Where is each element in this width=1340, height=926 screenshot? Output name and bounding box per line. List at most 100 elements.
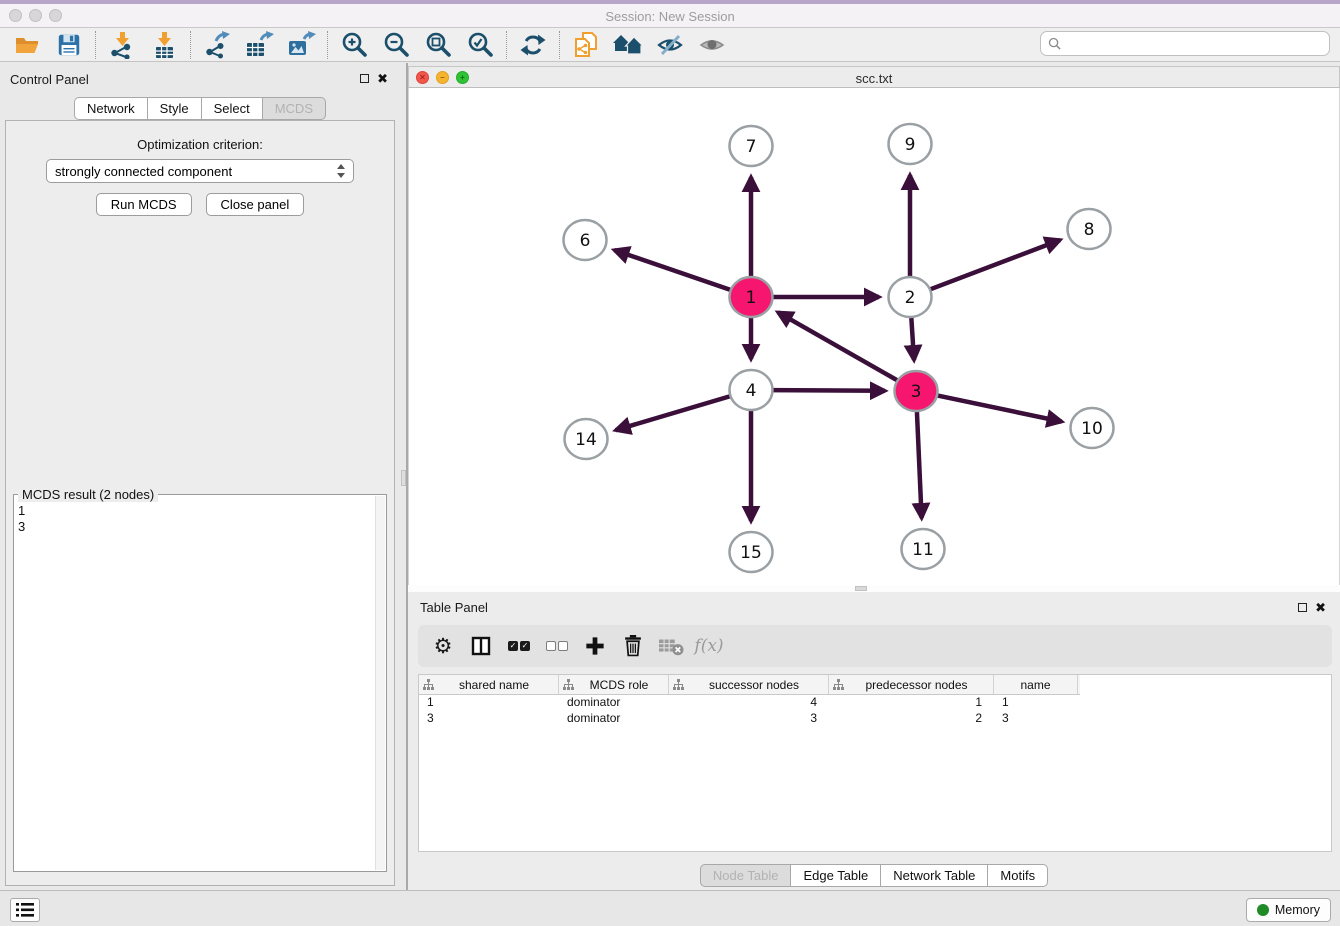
mcds-result-title: MCDS result (2 nodes) [18, 487, 158, 502]
clone-network-button[interactable] [565, 29, 607, 61]
splitter-grip[interactable] [855, 586, 867, 591]
result-scrollbar[interactable] [375, 496, 385, 870]
horizontal-splitter[interactable] [408, 585, 1340, 592]
column-header-name[interactable]: name [994, 675, 1078, 694]
graph-node-label: 14 [575, 430, 597, 450]
float-panel-icon[interactable] [360, 74, 369, 83]
hierarchy-icon [563, 679, 574, 690]
column-header-mcds-role[interactable]: MCDS role [559, 675, 669, 694]
close-panel-button[interactable]: Close panel [206, 193, 305, 216]
toolbar-separator [559, 31, 560, 59]
table-row[interactable]: 3 dominator 3 2 3 [419, 711, 1331, 727]
mcds-panel: Optimization criterion: strongly connect… [5, 120, 395, 886]
plus-icon [584, 635, 606, 657]
tab-mcds[interactable]: MCDS [262, 97, 326, 120]
export-network-button[interactable] [196, 29, 238, 61]
tab-style[interactable]: Style [147, 97, 202, 120]
table-tabs: Node Table Edge Table Network Table Moti… [408, 864, 1340, 887]
table-row[interactable]: 1 dominator 4 1 1 [419, 695, 1331, 711]
memory-button[interactable]: Memory [1246, 898, 1331, 922]
control-panel: Control Panel ✖ Network Style Select MCD… [0, 63, 400, 890]
import-network-button[interactable] [101, 29, 143, 61]
table-panel-title: Table Panel [420, 600, 488, 615]
delete-table-button[interactable] [654, 629, 688, 663]
table-settings-button[interactable]: ⚙ [426, 629, 460, 663]
graph-node-label: 15 [740, 543, 762, 563]
cell-shared-name[interactable]: 3 [419, 711, 559, 727]
zoom-in-button[interactable] [333, 29, 375, 61]
checked-boxes-icon: ✓✓ [508, 641, 530, 651]
show-all-button[interactable] [691, 29, 733, 61]
table-toolbar: ⚙ ✓✓ [418, 625, 1332, 667]
node-table: shared name MCDS role successor nodes pr… [418, 674, 1332, 852]
run-mcds-button[interactable]: Run MCDS [96, 193, 192, 216]
zoom-selected-button[interactable] [459, 29, 501, 61]
task-history-button[interactable] [10, 898, 40, 922]
column-header-shared-name[interactable]: shared name [419, 675, 559, 694]
import-table-button[interactable] [143, 29, 185, 61]
close-table-panel-icon[interactable]: ✖ [1315, 601, 1326, 614]
graph-edge-4-3[interactable] [772, 390, 885, 391]
export-table-button[interactable] [238, 29, 280, 61]
delete-table-icon [658, 634, 684, 658]
cell-successor-nodes[interactable]: 3 [669, 711, 829, 727]
trash-icon [622, 634, 644, 658]
hide-selected-button[interactable] [649, 29, 691, 61]
vertical-splitter[interactable] [400, 63, 408, 890]
network-canvas[interactable]: 7968124314101511 [408, 88, 1340, 585]
first-neighbors-button[interactable] [607, 29, 649, 61]
tab-network[interactable]: Network [74, 97, 148, 120]
graph-edge-3-1[interactable] [778, 312, 898, 380]
criterion-dropdown[interactable]: strongly connected component [46, 159, 354, 183]
search-input[interactable] [1066, 37, 1329, 51]
close-panel-icon[interactable]: ✖ [377, 72, 388, 85]
cell-predecessor-nodes[interactable]: 1 [829, 695, 994, 711]
apply-layout-button[interactable] [512, 29, 554, 61]
export-image-button[interactable] [280, 29, 322, 61]
control-panel-tabs: Network Style Select MCDS [0, 97, 400, 120]
graph-edge-2-3[interactable] [911, 318, 914, 360]
column-header-successor-nodes[interactable]: successor nodes [669, 675, 829, 694]
graph-edge-3-11[interactable] [917, 412, 922, 518]
tab-select[interactable]: Select [201, 97, 263, 120]
open-session-button[interactable] [6, 29, 48, 61]
zoom-out-button[interactable] [375, 29, 417, 61]
tab-motifs[interactable]: Motifs [987, 864, 1048, 887]
float-table-panel-icon[interactable] [1298, 603, 1307, 612]
column-header-predecessor-nodes[interactable]: predecessor nodes [829, 675, 994, 694]
zoom-in-icon [341, 31, 368, 58]
cell-predecessor-nodes[interactable]: 2 [829, 711, 994, 727]
graph-edge-2-8[interactable] [930, 240, 1060, 290]
zoom-fit-button[interactable] [417, 29, 459, 61]
graph-edge-3-10[interactable] [937, 395, 1062, 421]
cell-name[interactable]: 1 [994, 695, 1078, 711]
tab-edge-table[interactable]: Edge Table [790, 864, 881, 887]
fx-icon: f(x) [694, 636, 723, 656]
select-all-columns-button[interactable]: ✓✓ [502, 629, 536, 663]
hierarchy-icon [673, 679, 684, 690]
zoom-fit-icon [425, 31, 452, 58]
cell-mcds-role[interactable]: dominator [559, 695, 669, 711]
cell-shared-name[interactable]: 1 [419, 695, 559, 711]
deselect-all-columns-button[interactable] [540, 629, 574, 663]
cell-name[interactable]: 3 [994, 711, 1078, 727]
delete-columns-button[interactable] [616, 629, 650, 663]
columns-icon [471, 636, 491, 656]
function-builder-button[interactable]: f(x) [692, 629, 726, 663]
search-field[interactable] [1040, 31, 1330, 56]
save-session-button[interactable] [48, 29, 90, 61]
tab-network-table[interactable]: Network Table [880, 864, 988, 887]
graph-node-label: 11 [912, 540, 934, 560]
toolbar-separator [506, 31, 507, 59]
folder-open-icon [13, 32, 41, 58]
cell-successor-nodes[interactable]: 4 [669, 695, 829, 711]
memory-label: Memory [1275, 903, 1320, 917]
cell-mcds-role[interactable]: dominator [559, 711, 669, 727]
graph-edge-1-6[interactable] [614, 250, 731, 290]
graph-edge-4-14[interactable] [616, 396, 731, 430]
export-table-icon [244, 31, 274, 59]
tab-node-table[interactable]: Node Table [700, 864, 792, 887]
splitter-grip[interactable] [401, 470, 406, 486]
show-columns-button[interactable] [464, 629, 498, 663]
create-column-button[interactable] [578, 629, 612, 663]
